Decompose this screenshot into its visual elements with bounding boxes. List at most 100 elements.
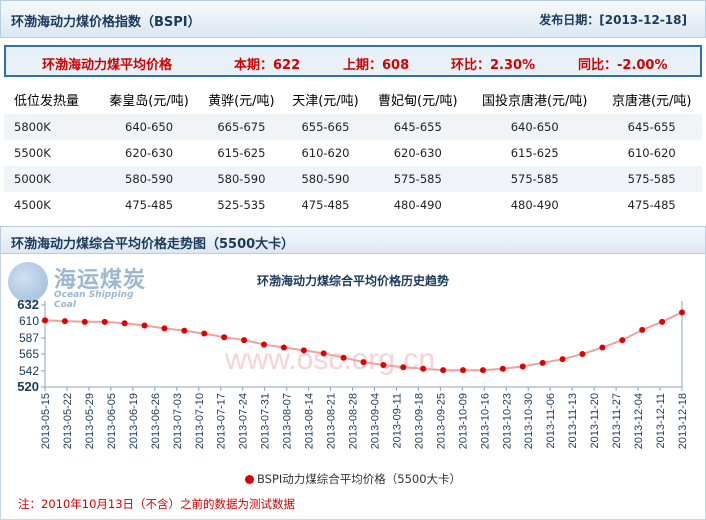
table-cell: 580-590	[98, 166, 200, 192]
data-point	[420, 365, 427, 372]
x-tick-label: 2013-07-24	[238, 393, 250, 449]
data-point	[121, 320, 128, 327]
table-cell: 580-590	[199, 166, 284, 192]
x-tick-label: 2013-09-25	[435, 393, 447, 449]
data-point	[539, 359, 546, 366]
table-cell: 615-625	[199, 140, 284, 166]
table-cell: 575-585	[601, 166, 702, 192]
data-point	[320, 350, 327, 357]
x-tick-label: 2013-08-14	[304, 393, 316, 449]
x-tick-label: 2013-10-16	[479, 393, 491, 449]
yoy-value: 同比：-2.00%	[578, 58, 668, 73]
column-header: 京唐港(元/吨)	[611, 93, 692, 109]
x-tick-label: 2013-11-13	[567, 393, 579, 448]
table-cell: 620-630	[367, 140, 469, 166]
legend-label: BSPI动力煤综合平均价格（5500大卡）	[256, 472, 462, 486]
table-cell: 475-485	[601, 192, 702, 218]
data-point	[599, 344, 606, 351]
data-point	[141, 322, 148, 329]
x-tick-label: 2013-12-18	[677, 393, 689, 449]
x-tick-label: 2013-09-11	[391, 393, 403, 448]
x-tick-label: 2013-08-28	[348, 393, 360, 449]
column-header: 低位发热量	[14, 93, 80, 109]
column-header: 天津(元/吨)	[292, 93, 359, 109]
x-tick-label: 2013-06-05	[106, 393, 118, 449]
data-point	[519, 363, 526, 370]
x-tick-label: 2013-11-06	[545, 393, 557, 448]
x-tick-label: 2013-10-30	[523, 393, 535, 449]
table-cell: 480-490	[367, 192, 469, 218]
x-tick-label: 2013-09-04	[369, 393, 381, 449]
column-header: 黄骅(元/吨)	[208, 93, 275, 109]
x-tick-label: 2013-10-23	[501, 393, 513, 449]
data-point	[579, 351, 586, 358]
x-tick-label: 2013-09-18	[413, 393, 425, 449]
data-point	[221, 334, 228, 341]
data-point	[659, 318, 666, 325]
table-cell: 620-630	[98, 140, 200, 166]
data-point	[679, 309, 685, 316]
y-tick-label: 520	[17, 379, 39, 394]
y-tick-label: 610	[19, 314, 39, 328]
x-tick-label: 2013-07-03	[172, 393, 184, 449]
data-point	[300, 347, 307, 354]
x-tick-label: 2013-06-19	[128, 393, 140, 449]
publish-date: 发布日期：[2013-12-18]	[539, 13, 687, 27]
table-cell: 655-665	[283, 114, 368, 140]
table-cell: 615-625	[468, 140, 602, 166]
data-point	[639, 326, 646, 333]
x-tick-label: 2013-11-27	[611, 393, 623, 448]
column-header: 国投京唐港(元/吨)	[481, 93, 588, 109]
table-row: 5500K 620-630 615-625 610-620 620-630 61…	[4, 140, 702, 166]
table-cell: 610-620	[601, 140, 702, 166]
column-header: 曹妃甸(元/吨)	[378, 93, 458, 109]
x-tick-label: 2013-05-15	[40, 393, 52, 449]
table-row: 5800K 640-650 665-675 655-665 645-655 64…	[4, 114, 702, 140]
data-point	[42, 317, 48, 324]
x-tick-label: 2013-07-31	[260, 393, 272, 449]
x-tick-label: 2013-08-21	[326, 393, 338, 449]
mom-value: 环比：2.30%	[451, 58, 536, 73]
table-cell: 665-675	[199, 114, 284, 140]
data-point	[559, 356, 566, 363]
table-row: 5000K 580-590 580-590 580-590 575-585 57…	[4, 166, 702, 192]
summary-row: 环渤海动力煤平均价格 本期：622 上期：608 环比：2.30% 同比：-2.…	[4, 45, 702, 77]
data-point	[440, 367, 447, 374]
x-tick-label: 2013-05-29	[84, 393, 96, 449]
y-tick-label: 587	[19, 331, 39, 345]
table-cell: 645-655	[601, 114, 702, 140]
chart-legend[interactable]: BSPI动力煤综合平均价格（5500大卡）	[0, 471, 706, 487]
data-point	[101, 318, 108, 325]
current-value: 本期：622	[234, 58, 301, 73]
legend-marker-icon	[244, 475, 254, 484]
x-tick-label: 2013-10-09	[457, 393, 469, 449]
table-row: 4500K 475-485 525-535 475-485 480-490 48…	[4, 192, 702, 218]
table-cell: 5500K	[4, 140, 99, 166]
data-point	[499, 365, 506, 372]
data-point	[460, 367, 467, 374]
x-tick-label: 2013-12-04	[633, 393, 645, 449]
table-cell: 610-620	[283, 140, 368, 166]
column-header: 秦皇岛(元/吨)	[109, 93, 189, 109]
data-point	[81, 318, 88, 325]
table-cell: 575-585	[367, 166, 469, 192]
footnote: 注：2010年10月13日（不含）之前的数据为测试数据	[18, 497, 296, 511]
table-cell: 5800K	[4, 114, 99, 140]
x-tick-label: 2013-11-20	[589, 393, 601, 448]
table-cell: 580-590	[283, 166, 368, 192]
page-title: 环渤海动力煤价格指数（BSPI）	[11, 15, 201, 30]
data-point	[61, 318, 68, 325]
data-point	[280, 344, 287, 351]
table-cell: 475-485	[98, 192, 200, 218]
data-point	[201, 330, 208, 337]
y-tick-label: 542	[19, 364, 39, 378]
previous-value: 上期：608	[343, 58, 410, 73]
table-cell: 640-650	[468, 114, 602, 140]
table-cell: 525-535	[199, 192, 284, 218]
data-point	[181, 327, 188, 334]
chart-section-bar: 环渤海动力煤综合平均价格走势图（5500大卡）	[0, 226, 706, 254]
table-header-row: 低位发热量 秦皇岛(元/吨) 黄骅(元/吨) 天津(元/吨) 曹妃甸(元/吨) …	[4, 84, 702, 114]
data-point	[619, 337, 626, 344]
data-point	[241, 337, 248, 344]
x-tick-label: 2013-08-07	[282, 393, 294, 449]
